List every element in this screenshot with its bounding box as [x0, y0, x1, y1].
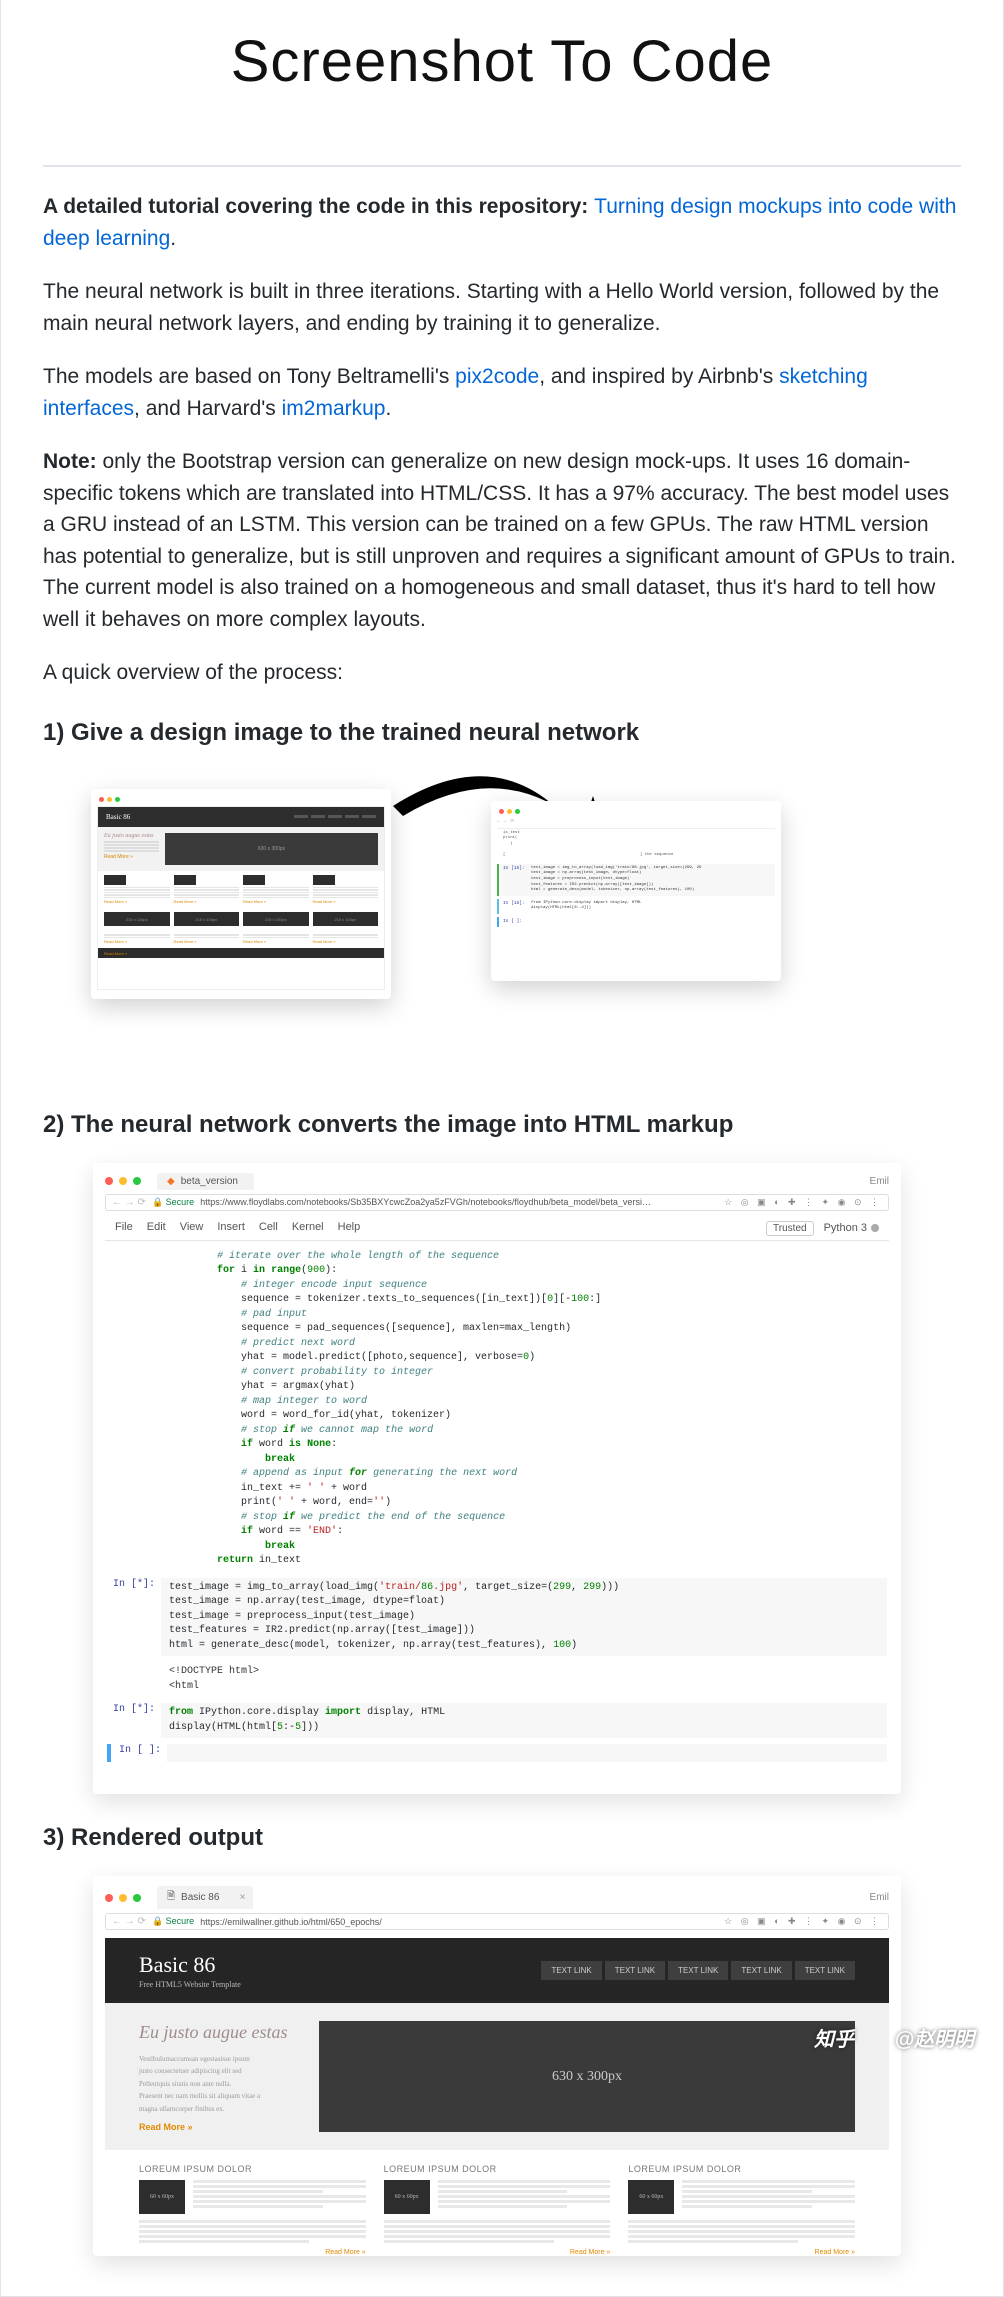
intro-paragraph: A detailed tutorial covering the code in…: [43, 191, 961, 254]
window-close-icon: [105, 1894, 113, 1902]
columns-section: LOREUM IPSUM DOLOR 60 x 60px Read More »…: [105, 2150, 889, 2256]
im2markup-link[interactable]: im2markup: [282, 397, 386, 420]
notebook-menubar: FileEditView InsertCellKernel Help Trust…: [105, 1217, 889, 1241]
notebook-card: ←→⟳ is_test print( ) [ ] the sequence In…: [491, 801, 781, 981]
browser-tab: ◆beta_version: [157, 1173, 254, 1190]
code-cell: In [*]: test_image = img_to_array(load_i…: [107, 1578, 887, 1657]
section-heading-1: 1) Give a design image to the trained ne…: [11, 719, 993, 747]
section-heading-3: 3) Rendered output: [11, 1824, 993, 1852]
site-header: Basic 86 Free HTML5 Website Template TEX…: [105, 1938, 889, 2003]
code-cell: In [*]: from IPython.core.display import…: [107, 1703, 887, 1738]
code-output: <!DOCTYPE html> <html: [107, 1662, 887, 1697]
window-minimize-icon: [119, 1894, 127, 1902]
figure-1: Basic 86 Eu justo augue estas Read More …: [43, 771, 961, 1071]
divider: [43, 165, 961, 167]
url-bar: ← → ⟳ 🔒 Secure https://www.floydlabs.com…: [105, 1194, 889, 1211]
section-heading-2: 2) The neural network converts the image…: [11, 1111, 993, 1139]
note-paragraph: Note: only the Bootstrap version can gen…: [43, 446, 961, 635]
hero-section: Eu justo augue estas Vestibulumaccumsan …: [105, 2003, 889, 2150]
code-cell: # iterate over the whole length of the s…: [107, 1247, 887, 1572]
user-label: Emil: [870, 1892, 889, 1903]
design-mockup-card: Basic 86 Eu justo augue estas Read More …: [91, 789, 391, 999]
window-maximize-icon: [133, 1894, 141, 1902]
page-title: Screenshot To Code: [11, 0, 993, 165]
paragraph-2: The neural network is built in three ite…: [43, 276, 961, 339]
watermark-logo: 知乎: [814, 2023, 854, 2052]
code-cell-empty: In [ ]:: [107, 1744, 887, 1762]
paragraph-5: A quick overview of the process:: [43, 657, 961, 689]
window-close-icon: [105, 1177, 113, 1185]
figure-2: ◆beta_version Emil ← → ⟳ 🔒 Secure https:…: [43, 1163, 961, 1795]
user-label: Emil: [870, 1176, 889, 1187]
watermark-user: @赵明明: [894, 2023, 974, 2052]
window-maximize-icon: [133, 1177, 141, 1185]
url-bar: ← → ⟳ 🔒 Secure https://emilwallner.githu…: [105, 1913, 889, 1930]
browser-tab: 🗎 Basic 86×: [157, 1886, 253, 1909]
window-minimize-icon: [119, 1177, 127, 1185]
figure-3: 🗎 Basic 86× Emil ← → ⟳ 🔒 Secure https://…: [43, 1876, 961, 2256]
paragraph-3: The models are based on Tony Beltramelli…: [43, 361, 961, 424]
pix2code-link[interactable]: pix2code: [455, 365, 539, 388]
